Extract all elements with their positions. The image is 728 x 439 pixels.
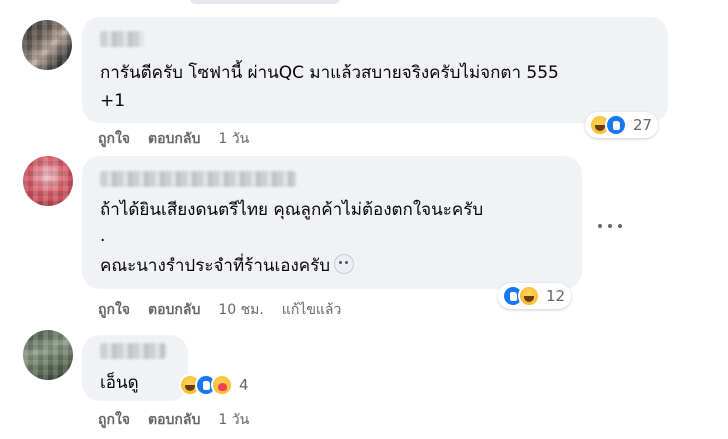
comment-text: . — [100, 226, 106, 246]
comment-text: ถ้าได้ยินเสียงดนตรีไทย คุณลูกค้าไม่ต้องต… — [100, 200, 484, 220]
timestamp[interactable]: 1 วัน — [218, 128, 249, 150]
comment-actions: ถูกใจ ตอบกลับ 1 วัน — [98, 409, 267, 431]
ghost-emoji-icon — [334, 254, 355, 274]
reply-button[interactable]: ตอบกลับ — [148, 409, 200, 431]
like-icon — [605, 114, 627, 136]
reaction-count: 27 — [633, 116, 653, 134]
previous-comment-edge — [190, 0, 340, 4]
timestamp[interactable]: 10 ชม. — [218, 299, 263, 321]
more-options-button[interactable] — [598, 218, 622, 234]
timestamp[interactable]: 1 วัน — [218, 409, 249, 431]
comment-bubble: เอ็นดู — [82, 335, 188, 401]
haha-icon — [518, 285, 540, 307]
like-button[interactable]: ถูกใจ — [98, 409, 130, 431]
commenter-name-blurred[interactable] — [100, 171, 296, 187]
commenter-name-blurred[interactable] — [100, 31, 144, 47]
reaction-count: 4 — [239, 376, 249, 394]
reply-button[interactable]: ตอบกลับ — [148, 299, 200, 321]
avatar[interactable] — [23, 156, 73, 206]
comment-text: +1 — [100, 91, 126, 111]
comment-bubble: การันตีครับ โซฟานี้ ผ่านQC มาแล้วสบายจริ… — [82, 17, 668, 123]
comment-bubble: ถ้าได้ยินเสียงดนตรีไทย คุณลูกค้าไม่ต้องต… — [82, 156, 582, 289]
comment-text: การันตีครับ โซฟานี้ ผ่านQC มาแล้วสบายจริ… — [100, 63, 559, 83]
comment-actions: ถูกใจ ตอบกลับ 10 ชม. แก้ไขแล้ว — [98, 299, 359, 321]
reaction-summary[interactable]: 12 — [498, 283, 572, 309]
reply-button[interactable]: ตอบกลับ — [148, 128, 200, 150]
comment-text: เอ็นดู — [100, 373, 139, 393]
reaction-summary[interactable]: 27 — [585, 112, 659, 138]
edited-label[interactable]: แก้ไขแล้ว — [282, 299, 342, 321]
like-button[interactable]: ถูกใจ — [98, 299, 130, 321]
commenter-name-blurred[interactable] — [100, 343, 166, 359]
reaction-count: 12 — [546, 287, 566, 305]
comment-text: คณะนางรำประจำที่ร้านเองครับ — [100, 256, 331, 276]
comment-actions: ถูกใจ ตอบกลับ 1 วัน — [98, 128, 267, 150]
avatar[interactable] — [23, 330, 73, 380]
comment-text-line: คณะนางรำประจำที่ร้านเองครับ — [100, 252, 355, 280]
care-icon — [211, 374, 233, 396]
like-button[interactable]: ถูกใจ — [98, 128, 130, 150]
reaction-summary[interactable]: 4 — [175, 372, 255, 398]
avatar[interactable] — [22, 20, 72, 70]
